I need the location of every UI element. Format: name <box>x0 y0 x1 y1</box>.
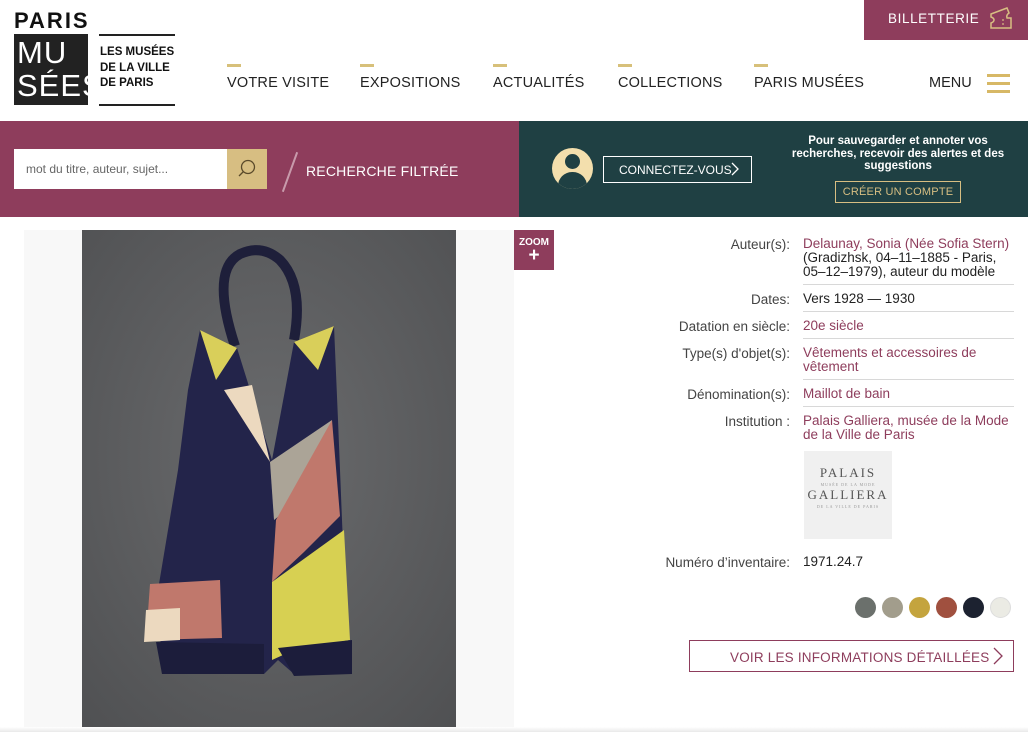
nav-item-label: VOTRE VISITE <box>227 75 330 91</box>
color-swatch[interactable] <box>855 597 876 618</box>
color-swatch[interactable] <box>990 597 1011 618</box>
type-label: Type(s) d'objet(s): <box>682 346 790 361</box>
search-icon <box>238 159 256 177</box>
billetterie-label: BILLETTERIE <box>888 11 980 26</box>
inventory-value: 1971.24.7 <box>803 554 864 569</box>
artwork-photo[interactable] <box>82 230 456 732</box>
plus-icon: + <box>528 245 540 266</box>
nav-item-label: EXPOSITIONS <box>360 75 461 91</box>
details-divider <box>803 311 1014 312</box>
account-promo-text: Pour sauvegarder et annoter vos recherch… <box>791 135 1005 172</box>
search-input[interactable] <box>14 149 227 189</box>
century-label: Datation en siècle: <box>678 319 790 334</box>
logo-box-line2: SÉES <box>17 68 104 103</box>
detailed-info-button[interactable]: VOIR LES INFORMATIONS DÉTAILLÉES <box>689 640 1014 672</box>
nav-accent-bar <box>493 64 507 67</box>
search-button[interactable] <box>227 149 267 189</box>
color-swatch[interactable] <box>882 597 903 618</box>
detailed-info-label: VOIR LES INFORMATIONS DÉTAILLÉES <box>730 650 990 665</box>
galliera-logo-line4: DE LA VILLE DE PARIS <box>816 504 880 509</box>
billetterie-button[interactable]: BILLETTERIE <box>864 0 1028 40</box>
denomination-label: Dénomination(s): <box>687 387 790 402</box>
logo-paris-text: PARIS <box>14 8 90 33</box>
color-swatch[interactable] <box>936 597 957 618</box>
logo-subtitle-line1: LES MUSÉES <box>100 46 175 58</box>
dates-value: Vers 1928 — 1930 <box>803 291 915 306</box>
nav-item-expositions[interactable]: EXPOSITIONS <box>360 64 461 91</box>
logo-subtitle: LES MUSÉES DE LA VILLE DE PARIS <box>99 34 175 106</box>
palais-galliera-logo[interactable]: PALAIS MUSÉE DE LA MODE GALLIERA DE LA V… <box>804 451 892 539</box>
institution-link[interactable]: Palais Galliera, musée de la Mode de la … <box>803 414 1015 442</box>
search-band: RECHERCHE FILTRÉE <box>0 121 519 217</box>
nav-accent-bar <box>360 64 374 67</box>
bottom-shadow <box>0 727 1028 732</box>
logo-musees-box: MU SÉES <box>14 34 104 105</box>
divider-slash <box>281 151 299 193</box>
type-link[interactable]: Vêtements et accessoires de vêtement <box>803 346 1015 374</box>
nav-item-label: ACTUALITÉS <box>493 75 585 91</box>
nav-accent-bar <box>618 64 632 67</box>
nav-item-votre-visite[interactable]: VOTRE VISITE <box>227 64 329 91</box>
logo-subtitle-line2: DE LA VILLE <box>100 61 170 74</box>
color-swatch[interactable] <box>909 597 930 618</box>
create-account-button[interactable]: CRÉER UN COMPTE <box>835 181 961 203</box>
details-divider <box>803 379 1014 380</box>
account-band: CONNECTEZ-VOUS Pour sauvegarder et annot… <box>519 121 1028 217</box>
logo-box-line1: MU <box>17 35 68 70</box>
authors-extra: (Gradizhsk, 04–11–1885 - Paris, 05–12–19… <box>803 250 997 279</box>
chevron-right-icon <box>993 647 1003 668</box>
inventory-label: Numéro d’inventaire: <box>665 555 790 570</box>
nav-accent-bar <box>227 64 241 67</box>
zoom-button[interactable]: ZOOM + <box>514 230 554 270</box>
century-link[interactable]: 20e siècle <box>803 319 1015 333</box>
galliera-logo-line1: PALAIS <box>819 465 877 480</box>
hamburger-icon[interactable] <box>987 74 1010 93</box>
details-divider <box>803 338 1014 339</box>
nav-item-actualites[interactable]: ACTUALITÉS <box>493 64 584 91</box>
site-header: PARIS MU SÉES LES MUSÉES DE LA VILLE DE … <box>0 0 1028 121</box>
nav-item-collections[interactable]: COLLECTIONS <box>618 64 723 91</box>
details-divider <box>803 284 1014 285</box>
galliera-logo-line3: GALLIERA <box>807 487 889 502</box>
connect-button[interactable]: CONNECTEZ-VOUS <box>603 156 752 183</box>
nav-accent-bar <box>754 64 768 67</box>
menu-button[interactable]: MENU <box>929 75 972 91</box>
user-avatar-icon <box>552 148 593 189</box>
authors-link[interactable]: Delaunay, Sonia (Née Sofia Stern) <box>803 237 1015 251</box>
authors-label: Auteur(s): <box>730 237 790 252</box>
color-swatch[interactable] <box>963 597 984 618</box>
connect-label: CONNECTEZ-VOUS <box>619 163 732 177</box>
chevron-right-icon <box>731 162 739 179</box>
denomination-link[interactable]: Maillot de bain <box>803 387 1015 401</box>
filtered-search-link[interactable]: RECHERCHE FILTRÉE <box>306 163 459 179</box>
dates-label: Dates: <box>750 292 790 307</box>
nav-item-paris-musees[interactable]: PARIS MUSÉES <box>754 64 864 91</box>
logo-subtitle-line3: DE PARIS <box>100 77 154 89</box>
ticket-icon <box>988 6 1014 33</box>
details-divider <box>803 406 1014 407</box>
nav-item-label: PARIS MUSÉES <box>754 75 865 91</box>
nav-item-label: COLLECTIONS <box>618 75 723 91</box>
institution-label: Institution : <box>724 414 790 429</box>
